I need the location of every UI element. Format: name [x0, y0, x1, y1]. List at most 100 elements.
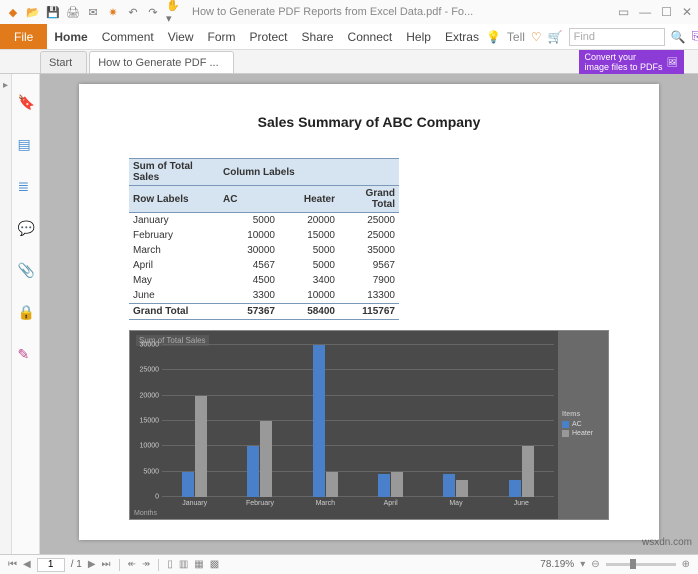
- menu-help[interactable]: Help: [399, 24, 438, 49]
- th-rowlabels: Row Labels: [129, 186, 219, 213]
- maximize-icon[interactable]: ☐: [661, 5, 672, 19]
- workspace: ▸ 🔖 ▤ ≣ 💬 📎 🔒 ✎ Sales Summary of ABC Com…: [0, 74, 698, 554]
- bar-heater: [326, 472, 338, 497]
- ribbon-toggle-icon[interactable]: ▭: [618, 5, 629, 19]
- heart-icon[interactable]: ♡: [531, 30, 542, 44]
- table-row: May450034007900: [129, 273, 399, 288]
- table-row-total: Grand Total5736758400115767: [129, 304, 399, 320]
- th-collabels: Column Labels: [219, 159, 399, 186]
- menu-protect[interactable]: Protect: [243, 24, 295, 49]
- th-grandtotal: Grand Total: [339, 186, 399, 213]
- hand-icon[interactable]: ✋▾: [166, 5, 180, 19]
- first-page-icon[interactable]: ⏮: [8, 559, 17, 570]
- bar-group: January: [162, 345, 227, 497]
- close-icon[interactable]: ✕: [682, 5, 692, 19]
- zoom-dropdown-icon[interactable]: ▾: [580, 559, 585, 570]
- x-tick-label: January: [182, 500, 207, 507]
- search-input[interactable]: Find: [569, 28, 665, 46]
- bar-ac: [443, 474, 455, 497]
- zoom-in-icon[interactable]: ⊕: [682, 559, 690, 570]
- promo-line2: image files to PDFs: [585, 62, 663, 72]
- bar-ac: [313, 345, 325, 497]
- tell-me[interactable]: Tell: [507, 30, 525, 44]
- quick-access-toolbar: ◆ 📂 💾 🖨 ✉ ✷ ↶ ↷ ✋▾: [6, 5, 180, 19]
- prev-page-icon[interactable]: ◀: [23, 559, 31, 570]
- view-single-icon[interactable]: ▯: [167, 559, 173, 570]
- x-tick-label: March: [316, 500, 335, 507]
- panel-toggle-icon[interactable]: ⎘: [692, 29, 698, 44]
- page-input[interactable]: [37, 558, 65, 572]
- image-icon: 🖼: [667, 57, 678, 68]
- tab-document[interactable]: How to Generate PDF ...: [89, 51, 233, 73]
- x-tick-label: February: [246, 500, 274, 507]
- menu-form[interactable]: Form: [201, 24, 243, 49]
- last-page-icon[interactable]: ⏭: [102, 559, 111, 570]
- table-row: February100001500025000: [129, 228, 399, 243]
- table-row: June33001000013300: [129, 288, 399, 304]
- layers-icon[interactable]: ≣: [18, 178, 34, 194]
- menu-share[interactable]: Share: [295, 24, 341, 49]
- bar-heater: [260, 421, 272, 497]
- bulb-icon[interactable]: 💡: [486, 30, 501, 44]
- pages-icon[interactable]: ▤: [18, 136, 34, 152]
- menu-extras[interactable]: Extras: [438, 24, 486, 49]
- app-icon: ◆: [6, 5, 20, 19]
- menubar: File Home Comment View Form Protect Shar…: [0, 24, 698, 50]
- signature-icon[interactable]: ✎: [18, 346, 34, 362]
- zoom-slider[interactable]: [606, 563, 676, 566]
- mail-icon[interactable]: ✉: [86, 5, 100, 19]
- promo-line1: Convert your: [585, 52, 663, 62]
- page-viewport[interactable]: Sales Summary of ABC Company Sum of Tota…: [40, 74, 698, 554]
- cart-icon[interactable]: 🛒: [548, 30, 563, 44]
- undo-icon[interactable]: ↶: [126, 5, 140, 19]
- menu-home[interactable]: Home: [47, 24, 94, 49]
- bar-group: March: [293, 345, 358, 497]
- nav-back-icon[interactable]: ↞: [128, 559, 136, 570]
- view-cont-icon[interactable]: ▥: [179, 559, 188, 570]
- redo-icon[interactable]: ↷: [146, 5, 160, 19]
- menu-comment[interactable]: Comment: [95, 24, 161, 49]
- titlebar: ◆ 📂 💾 🖨 ✉ ✷ ↶ ↷ ✋▾ How to Generate PDF R…: [0, 0, 698, 24]
- bookmark-icon[interactable]: 🔖: [18, 94, 34, 110]
- view-contfacing-icon[interactable]: ▩: [210, 559, 219, 570]
- bar-group: May: [423, 345, 488, 497]
- legend-swatch-heater: [562, 430, 569, 437]
- promo-banner[interactable]: Convert your image files to PDFs 🖼: [579, 50, 684, 74]
- print-icon[interactable]: 🖨: [66, 5, 80, 19]
- file-menu[interactable]: File: [0, 24, 47, 49]
- bar-heater: [456, 480, 468, 497]
- sales-table: Sum of Total SalesColumn Labels Row Labe…: [129, 158, 399, 320]
- pdf-page: Sales Summary of ABC Company Sum of Tota…: [79, 84, 659, 540]
- sidebar-expand-handle[interactable]: ▸: [0, 74, 12, 554]
- zoom-out-icon[interactable]: ⊖: [591, 559, 599, 570]
- window-controls: ▭ — ☐ ✕: [618, 5, 692, 19]
- chart-x-title: Months: [134, 510, 157, 517]
- open-icon[interactable]: 📂: [26, 5, 40, 19]
- tab-start[interactable]: Start: [40, 51, 87, 73]
- next-page-icon[interactable]: ▶: [88, 559, 96, 570]
- zoom-value: 78.19%: [540, 559, 574, 570]
- comments-icon[interactable]: 💬: [18, 220, 34, 236]
- search-icon[interactable]: 🔍: [671, 30, 686, 44]
- nav-fwd-icon[interactable]: ↠: [142, 559, 150, 570]
- document-tabs: Start How to Generate PDF ... Convert yo…: [0, 50, 698, 74]
- th-ac: AC: [219, 186, 279, 213]
- table-row: March30000500035000: [129, 243, 399, 258]
- security-icon[interactable]: 🔒: [18, 304, 34, 320]
- star-icon[interactable]: ✷: [106, 5, 120, 19]
- save-icon[interactable]: 💾: [46, 5, 60, 19]
- th-sum: Sum of Total Sales: [129, 159, 219, 186]
- legend-title: Items: [562, 411, 604, 418]
- bar-ac: [378, 474, 390, 497]
- page-total: / 1: [71, 559, 82, 570]
- legend-swatch-ac: [562, 421, 569, 428]
- table-row: January50002000025000: [129, 213, 399, 229]
- menu-view[interactable]: View: [161, 24, 201, 49]
- statusbar: ⏮ ◀ / 1 ▶ ⏭ ↞ ↠ ▯ ▥ ▦ ▩ 78.19% ▾ ⊖ ⊕: [0, 554, 698, 574]
- view-facing-icon[interactable]: ▦: [194, 559, 203, 570]
- minimize-icon[interactable]: —: [639, 5, 651, 19]
- sales-chart: Sum of Total Sales Months 0 5000 10000 1…: [129, 330, 609, 520]
- attachment-icon[interactable]: 📎: [18, 262, 34, 278]
- menu-connect[interactable]: Connect: [341, 24, 400, 49]
- bar-group: June: [489, 345, 554, 497]
